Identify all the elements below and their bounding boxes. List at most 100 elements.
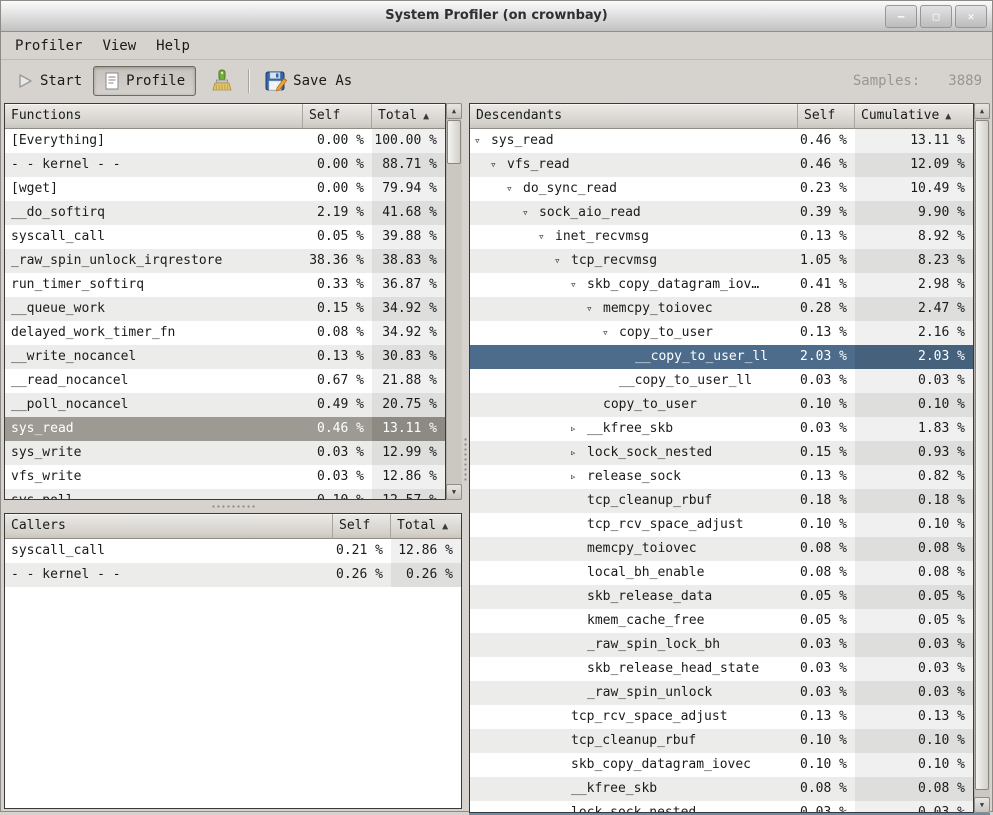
self-cell: 0.28 %: [798, 297, 855, 321]
expander-expanded-icon[interactable]: ▿: [490, 153, 507, 177]
tree-row[interactable]: ▿vfs_read0.46 %12.09 %: [470, 153, 973, 177]
table-row[interactable]: __queue_work0.15 %34.92 %: [5, 297, 445, 321]
scroll-down-button[interactable]: ▼: [974, 797, 990, 813]
self-column-header[interactable]: Self: [333, 514, 391, 539]
table-row[interactable]: - - kernel - -0.00 %88.71 %: [5, 153, 445, 177]
expander-expanded-icon[interactable]: ▿: [522, 201, 539, 225]
table-row[interactable]: delayed_work_timer_fn0.08 %34.92 %: [5, 321, 445, 345]
cumulative-cell: 0.03 %: [855, 633, 973, 657]
tree-row[interactable]: ▿sys_read0.46 %13.11 %: [470, 129, 973, 153]
reset-button[interactable]: [202, 65, 240, 97]
tree-row[interactable]: __copy_to_user_ll0.03 %0.03 %: [470, 369, 973, 393]
descendants-vertical-scrollbar[interactable]: ▲ ▼: [974, 103, 990, 813]
tree-row[interactable]: local_bh_enable0.08 %0.08 %: [470, 561, 973, 585]
table-row[interactable]: sys_write0.03 %12.99 %: [5, 441, 445, 465]
expander-collapsed-icon[interactable]: ▹: [570, 417, 587, 441]
tree-row[interactable]: __copy_to_user_ll2.03 %2.03 %: [470, 345, 973, 369]
save-as-button[interactable]: Save As: [258, 66, 359, 96]
table-row[interactable]: - - kernel - -0.26 %0.26 %: [5, 563, 461, 587]
total-column-header[interactable]: Total▲: [372, 104, 445, 129]
menu-help[interactable]: Help: [146, 35, 200, 57]
tree-row[interactable]: skb_release_data0.05 %0.05 %: [470, 585, 973, 609]
expander-collapsed-icon[interactable]: ▹: [570, 441, 587, 465]
profile-toggle-button[interactable]: Profile: [93, 66, 196, 96]
tree-row[interactable]: ▹__kfree_skb0.03 %1.83 %: [470, 417, 973, 441]
cumulative-cell: 0.03 %: [855, 801, 973, 812]
scrollbar-thumb[interactable]: [447, 120, 461, 164]
function-label: sys_read: [491, 133, 554, 148]
functions-column-header[interactable]: Functions: [5, 104, 303, 129]
tree-row[interactable]: ▿tcp_recvmsg1.05 %8.23 %: [470, 249, 973, 273]
expander-expanded-icon[interactable]: ▿: [554, 249, 571, 273]
samples-label: Samples:: [853, 73, 920, 89]
table-row[interactable]: _raw_spin_unlock_irqrestore38.36 %38.83 …: [5, 249, 445, 273]
table-row[interactable]: syscall_call0.05 %39.88 %: [5, 225, 445, 249]
tree-row[interactable]: copy_to_user0.10 %0.10 %: [470, 393, 973, 417]
total-cell: 79.94 %: [372, 177, 445, 201]
expander-expanded-icon[interactable]: ▿: [586, 297, 603, 321]
table-row[interactable]: syscall_call0.21 %12.86 %: [5, 539, 461, 563]
expander-expanded-icon[interactable]: ▿: [602, 321, 619, 345]
start-button[interactable]: Start: [9, 68, 89, 94]
tree-row[interactable]: ▿skb_copy_datagram_iov…0.41 %2.98 %: [470, 273, 973, 297]
vertical-splitter[interactable]: [462, 103, 469, 815]
descendants-rows: ▿sys_read0.46 %13.11 %▿vfs_read0.46 %12.…: [470, 129, 973, 812]
scroll-down-button[interactable]: ▼: [446, 484, 462, 500]
tree-row[interactable]: skb_release_head_state0.03 %0.03 %: [470, 657, 973, 681]
tree-row[interactable]: __kfree_skb0.08 %0.08 %: [470, 777, 973, 801]
expander-expanded-icon[interactable]: ▿: [474, 129, 491, 153]
tree-row[interactable]: _raw_spin_lock_bh0.03 %0.03 %: [470, 633, 973, 657]
tree-row[interactable]: tcp_rcv_space_adjust0.10 %0.10 %: [470, 513, 973, 537]
table-row[interactable]: run_timer_softirq0.33 %36.87 %: [5, 273, 445, 297]
tree-row[interactable]: ▹lock_sock_nested0.15 %0.93 %: [470, 441, 973, 465]
function-name-cell: __do_softirq: [5, 201, 303, 225]
tree-row[interactable]: tcp_rcv_space_adjust0.13 %0.13 %: [470, 705, 973, 729]
tree-row[interactable]: ▿copy_to_user0.13 %2.16 %: [470, 321, 973, 345]
descendants-column-header[interactable]: Descendants: [470, 104, 798, 129]
tree-row[interactable]: ▿do_sync_read0.23 %10.49 %: [470, 177, 973, 201]
descendant-name-cell: skb_copy_datagram_iovec: [470, 753, 798, 777]
tree-row[interactable]: tcp_cleanup_rbuf0.18 %0.18 %: [470, 489, 973, 513]
expander-expanded-icon[interactable]: ▿: [506, 177, 523, 201]
total-column-header[interactable]: Total▲: [391, 514, 461, 539]
functions-vertical-scrollbar[interactable]: ▲ ▼: [446, 103, 462, 500]
sort-ascending-icon: ▲: [442, 521, 448, 532]
self-column-header[interactable]: Self: [303, 104, 372, 129]
scrollbar-thumb[interactable]: [975, 120, 989, 790]
tree-row[interactable]: skb_copy_datagram_iovec0.10 %0.10 %: [470, 753, 973, 777]
table-row[interactable]: __write_nocancel0.13 %30.83 %: [5, 345, 445, 369]
table-row[interactable]: sys_poll0.10 %12.57 %: [5, 489, 445, 499]
tree-row[interactable]: ▿memcpy_toiovec0.28 %2.47 %: [470, 297, 973, 321]
expander-expanded-icon[interactable]: ▿: [538, 225, 555, 249]
menu-view[interactable]: View: [92, 35, 146, 57]
expander-expanded-icon[interactable]: ▿: [570, 273, 587, 297]
close-button[interactable]: ✕: [955, 5, 987, 28]
table-row[interactable]: __poll_nocancel0.49 %20.75 %: [5, 393, 445, 417]
tree-row[interactable]: lock_sock_nested0.03 %0.03 %: [470, 801, 973, 812]
tree-row[interactable]: tcp_cleanup_rbuf0.10 %0.10 %: [470, 729, 973, 753]
tree-row[interactable]: kmem_cache_free0.05 %0.05 %: [470, 609, 973, 633]
titlebar[interactable]: System Profiler (on crownbay) – □ ✕: [1, 1, 992, 32]
table-row[interactable]: [wget]0.00 %79.94 %: [5, 177, 445, 201]
maximize-button[interactable]: □: [920, 5, 952, 28]
table-row[interactable]: __read_nocancel0.67 %21.88 %: [5, 369, 445, 393]
scroll-up-button[interactable]: ▲: [446, 103, 462, 119]
tree-row[interactable]: memcpy_toiovec0.08 %0.08 %: [470, 537, 973, 561]
tree-row[interactable]: ▿sock_aio_read0.39 %9.90 %: [470, 201, 973, 225]
callers-column-header[interactable]: Callers: [5, 514, 333, 539]
menu-profiler[interactable]: Profiler: [5, 35, 92, 57]
horizontal-splitter[interactable]: [4, 500, 462, 513]
table-row[interactable]: [Everything]0.00 %100.00 %: [5, 129, 445, 153]
table-row[interactable]: vfs_write0.03 %12.86 %: [5, 465, 445, 489]
minimize-button[interactable]: –: [885, 5, 917, 28]
expander-collapsed-icon[interactable]: ▹: [570, 465, 587, 489]
tree-row[interactable]: _raw_spin_unlock0.03 %0.03 %: [470, 681, 973, 705]
self-cell: 0.08 %: [798, 777, 855, 801]
cumulative-column-header[interactable]: Cumulative▲: [855, 104, 973, 129]
self-column-header[interactable]: Self: [798, 104, 855, 129]
tree-row[interactable]: ▿inet_recvmsg0.13 %8.92 %: [470, 225, 973, 249]
table-row[interactable]: sys_read0.46 %13.11 %: [5, 417, 445, 441]
table-row[interactable]: __do_softirq2.19 %41.68 %: [5, 201, 445, 225]
tree-row[interactable]: ▹release_sock0.13 %0.82 %: [470, 465, 973, 489]
scroll-up-button[interactable]: ▲: [974, 103, 990, 119]
